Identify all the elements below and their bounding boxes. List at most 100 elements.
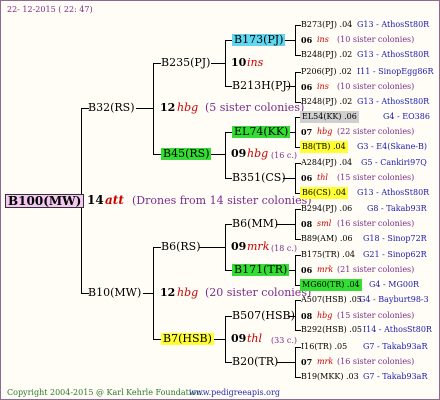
gen4-year: 08 — [301, 219, 313, 229]
gen4-source: G13 - AthosSt80R — [357, 20, 430, 29]
gen4-code: hbg — [317, 127, 333, 136]
gen4-note: (15 sister colonies) — [337, 311, 415, 320]
site-link[interactable]: www.pedigreeapis.org — [189, 387, 280, 399]
gen4-source: G7 - Takab93aR — [363, 372, 428, 381]
gen4-note: (10 sister colonies) — [337, 35, 415, 44]
gen4-source: G21 - Sinop62R — [363, 250, 427, 259]
link-line — [136, 108, 154, 109]
gen2-code: ins — [247, 56, 264, 69]
gen4-note: (22 sister colonies) — [337, 127, 415, 136]
link-line — [225, 178, 232, 179]
gen1-note: (5 sister colonies) — [205, 101, 305, 114]
gen4-queen[interactable]: B89(AM) .06 — [301, 233, 353, 245]
gen4-year: 06 — [301, 173, 313, 183]
gen4-year: 06 — [301, 35, 313, 45]
gen2-year: 09 — [231, 147, 247, 160]
copyright: Copyright 2004-2015 @ Karl Kehrle Founda… — [7, 388, 204, 397]
gen4-source: G18 - Sinop72R — [363, 234, 427, 243]
gen1-queen[interactable]: B32(RS) — [88, 102, 134, 114]
gen3-queen[interactable]: B6(MM) — [232, 218, 278, 230]
gen4-queen[interactable]: B248(PJ) .02 — [301, 96, 352, 108]
gen4-code: thl — [317, 173, 328, 182]
gen4-code: sml — [317, 219, 332, 228]
link-line — [225, 270, 232, 271]
gen4-source: G4 - EO386 — [383, 112, 430, 121]
gen4-queen[interactable]: B294(PJ) .06 — [301, 203, 352, 215]
gen4-code: mrk — [317, 265, 334, 274]
gen4-source: G4 - MG00R — [369, 280, 420, 289]
gen2-note: (16 c.) — [271, 151, 297, 160]
gen4-note: (21 sister colonies) — [337, 265, 415, 274]
date-stamp: 22- 12-2015 ( 22: 47) — [7, 5, 93, 14]
gen4-year: 07 — [301, 357, 313, 367]
gen4-source: G5 - Cankiri97Q — [361, 158, 427, 167]
gen4-source: G3 - E4(Skane-B) — [357, 142, 428, 151]
pedigree-diagram: { "header": {"date": "22- 12-2015 ( 22: … — [0, 0, 440, 400]
link-line — [295, 300, 296, 330]
gen4-queen[interactable]: B175(TR) .04 — [301, 249, 355, 261]
link-line — [211, 63, 226, 64]
gen4-queen[interactable]: EL54(KK) .06 — [300, 111, 359, 123]
link-line — [153, 339, 161, 340]
gen4-source: G13 - AthosSt80R — [357, 188, 430, 197]
gen1-code: hbg — [177, 286, 199, 299]
gen4-queen[interactable]: B19(MKK) .03 — [301, 371, 359, 383]
link-line — [225, 362, 232, 363]
root-queen[interactable]: B100(MW) — [5, 194, 85, 208]
gen2-queen[interactable]: B235(PJ) — [161, 57, 210, 69]
gen4-note: (10 sister colonies) — [337, 82, 415, 91]
gen4-code: ins — [317, 82, 329, 91]
gen1-note: (20 sister colonies) — [205, 286, 312, 299]
link-line — [225, 132, 226, 178]
link-line — [143, 293, 154, 294]
gen4-queen[interactable]: I16(TR) .05 — [301, 341, 347, 353]
gen3-queen[interactable]: B173(PJ) — [232, 34, 286, 46]
gen4-source: I14 - AthosSt80R — [363, 325, 432, 334]
gen4-queen[interactable]: P206(PJ) .02 — [301, 66, 352, 78]
gen4-source: G7 - Takab93aR — [363, 342, 428, 351]
gen4-code: hbg — [317, 311, 333, 320]
gen4-queen[interactable]: B292(HSB) .05 — [301, 324, 362, 336]
link-line — [153, 63, 161, 64]
gen2-queen[interactable]: B45(RS) — [161, 148, 212, 160]
gen3-queen[interactable]: B171(TR) — [232, 264, 290, 276]
gen4-source: G4 - Bayburt98-3 — [359, 295, 429, 304]
gen3-queen[interactable]: B507(HSB) — [232, 310, 295, 322]
gen4-year: 06 — [301, 82, 313, 92]
link-line — [277, 362, 296, 363]
gen3-queen[interactable]: B20(TR) — [232, 356, 278, 368]
gen2-note: (18 c.) — [271, 244, 297, 253]
root-note: (Drones from 14 sister colonies) — [132, 194, 312, 207]
gen1-year: 12 — [160, 101, 176, 114]
gen2-code: mrk — [247, 240, 270, 253]
link-line — [225, 224, 232, 225]
link-line — [225, 40, 232, 41]
gen1-year: 12 — [160, 286, 176, 299]
link-line — [225, 86, 232, 87]
gen3-queen[interactable]: B351(CS) — [232, 172, 286, 184]
gen4-queen[interactable]: MG60(TR) .04 — [300, 279, 362, 291]
root-code: att — [105, 193, 124, 207]
gen4-queen[interactable]: B273(PJ) .04 — [301, 19, 352, 31]
gen2-queen[interactable]: B6(RS) — [161, 241, 200, 253]
link-line — [225, 132, 232, 133]
link-line — [199, 247, 226, 248]
link-line — [295, 72, 296, 102]
gen2-year: 09 — [231, 240, 247, 253]
gen1-code: hbg — [177, 101, 199, 114]
link-line — [225, 316, 232, 317]
gen2-year: 10 — [231, 56, 247, 69]
gen4-queen[interactable]: A507(HSB) .05 — [301, 294, 362, 306]
gen4-queen[interactable]: B248(PJ) .02 — [301, 49, 352, 61]
gen2-queen[interactable]: B7(HSB) — [161, 333, 214, 345]
gen3-queen[interactable]: B213H(PJ) — [232, 80, 291, 92]
gen4-queen[interactable]: B8(TB) .04 — [300, 141, 348, 153]
gen4-queen[interactable]: B6(CS) .04 — [300, 187, 349, 199]
gen4-code: mrk — [317, 357, 334, 366]
gen4-queen[interactable]: A284(PJ) .04 — [301, 157, 352, 169]
gen1-queen[interactable]: B10(MW) — [88, 287, 141, 299]
gen4-source: I11 - SinopEgg86R — [357, 67, 434, 76]
gen3-queen[interactable]: EL74(KK) — [232, 126, 291, 138]
gen2-code: thl — [247, 332, 263, 345]
gen4-source: G13 - AthosSt80R — [357, 50, 430, 59]
